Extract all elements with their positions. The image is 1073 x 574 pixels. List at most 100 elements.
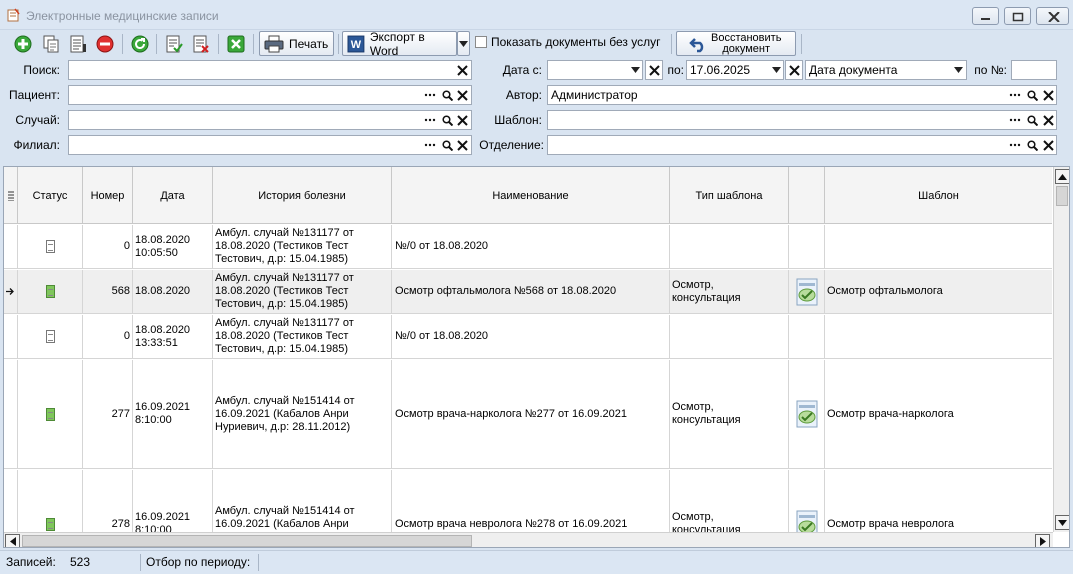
close-icon xyxy=(1048,12,1060,22)
horizontal-scrollbar[interactable] xyxy=(4,532,1053,547)
export-word-button[interactable]: W Экспорт в Word xyxy=(342,30,457,58)
name-cell: №/0 от 18.08.2020 xyxy=(392,315,670,358)
search-input[interactable] xyxy=(68,60,472,80)
department-search-button[interactable] xyxy=(1025,138,1039,152)
draft-document-icon xyxy=(45,240,55,253)
date-to-clear-button[interactable] xyxy=(785,60,803,80)
draft-document-icon xyxy=(45,330,55,343)
chevron-up-icon xyxy=(1058,173,1067,180)
unsign-document-button[interactable] xyxy=(190,33,212,55)
minimize-button[interactable] xyxy=(972,7,999,25)
app-notepad-icon xyxy=(7,8,20,22)
copy-button[interactable] xyxy=(40,33,62,55)
scroll-left-button[interactable] xyxy=(5,534,20,547)
patient-search-button[interactable] xyxy=(440,88,454,102)
template-cell: Осмотр офтальмолога xyxy=(827,285,943,297)
signed-document-icon xyxy=(45,285,55,298)
date-type-dropdown[interactable] xyxy=(951,61,965,79)
patient-browse-button[interactable] xyxy=(423,88,437,102)
branch-browse-button[interactable] xyxy=(423,138,437,152)
current-row-arrow-icon xyxy=(6,288,14,295)
department-clear-button[interactable] xyxy=(1041,138,1055,152)
template-search-button[interactable] xyxy=(1025,113,1039,127)
date-from-clear-button[interactable] xyxy=(645,60,663,80)
sign-document-button[interactable] xyxy=(163,33,185,55)
close-icon xyxy=(648,64,660,76)
cancel-x-icon xyxy=(227,35,245,53)
branch-input[interactable] xyxy=(68,135,472,155)
column-header-template[interactable]: Шаблон xyxy=(825,167,1052,224)
number-input[interactable] xyxy=(1011,60,1057,80)
column-header-date[interactable]: Дата xyxy=(133,167,213,224)
export-dropdown-button[interactable] xyxy=(457,31,470,56)
column-header-name[interactable]: Наименование xyxy=(392,167,670,224)
restore-document-button[interactable]: Восстановить документ xyxy=(676,31,796,56)
template-type-cell xyxy=(670,315,789,358)
patient-input[interactable] xyxy=(68,85,472,105)
ellipsis-icon xyxy=(1009,118,1021,122)
date-from-dropdown[interactable] xyxy=(628,61,642,79)
date-cell: 16.09.2021 8:10:00 xyxy=(133,360,213,468)
table-row[interactable]: 0 18.08.2020 10:05:50 Амбул. случай №131177… xyxy=(4,225,1052,269)
maximize-button[interactable] xyxy=(1004,7,1031,25)
history-cell-text: Амбул. случай №151414 от 16.09.2021 (Каба… xyxy=(215,395,355,434)
column-header-number[interactable]: Номер xyxy=(83,167,133,224)
print-button[interactable]: Печать xyxy=(259,31,334,56)
number-cell: 0 xyxy=(83,315,133,358)
template-clear-button[interactable] xyxy=(1041,113,1055,127)
delete-button[interactable] xyxy=(94,33,116,55)
template-cell: Осмотр врача-нарколога xyxy=(827,407,954,420)
scroll-down-button[interactable] xyxy=(1055,515,1069,530)
column-header-template-icon[interactable] xyxy=(789,167,825,224)
records-count-label: Записей: xyxy=(6,555,56,569)
author-input[interactable]: Администратор xyxy=(547,85,1057,105)
svg-text:W: W xyxy=(351,38,362,50)
vertical-scrollbar[interactable] xyxy=(1053,167,1069,532)
scroll-right-button[interactable] xyxy=(1035,534,1050,547)
case-browse-button[interactable] xyxy=(423,113,437,127)
records-grid[interactable]: Статус Номер Дата История болезни Наимен… xyxy=(3,166,1070,548)
department-input[interactable] xyxy=(547,135,1057,155)
patient-label: Пациент: xyxy=(8,88,60,102)
refresh-button[interactable] xyxy=(129,33,151,55)
author-browse-button[interactable] xyxy=(1008,88,1022,102)
table-row[interactable]: 0 18.08.2020 13:33:51 Амбул. случай №131177… xyxy=(4,315,1052,359)
show-docs-without-services-checkbox[interactable] xyxy=(475,36,487,48)
history-line: Амбул. случай №131177 от xyxy=(215,317,354,329)
template-input[interactable] xyxy=(547,110,1057,130)
author-search-button[interactable] xyxy=(1025,88,1039,102)
template-browse-button[interactable] xyxy=(1008,113,1022,127)
author-clear-button[interactable] xyxy=(1041,88,1055,102)
table-row[interactable]: 568 18.08.2020 Амбул. случай №131177 от 18.… xyxy=(4,270,1052,314)
case-input[interactable] xyxy=(68,110,472,130)
column-header-status[interactable]: Статус xyxy=(18,167,83,224)
cancel-button[interactable] xyxy=(225,33,247,55)
column-chooser-button[interactable] xyxy=(4,167,18,224)
vertical-scroll-thumb[interactable] xyxy=(1056,186,1068,206)
patient-clear-button[interactable] xyxy=(455,88,469,102)
date-type-select[interactable]: Дата документа xyxy=(805,60,967,80)
column-header-history[interactable]: История болезни xyxy=(213,167,392,224)
case-search-button[interactable] xyxy=(440,113,454,127)
number-cell: 568 xyxy=(83,270,133,313)
date-to-dropdown[interactable] xyxy=(769,61,783,79)
chevron-down-icon xyxy=(630,67,640,73)
template-type-cell xyxy=(670,225,789,268)
department-browse-button[interactable] xyxy=(1008,138,1022,152)
column-header-template-type[interactable]: Тип шаблона xyxy=(670,167,789,224)
close-window-button[interactable] xyxy=(1036,7,1069,25)
toolbar-separator xyxy=(801,34,802,54)
scroll-up-button[interactable] xyxy=(1055,169,1069,184)
branch-clear-button[interactable] xyxy=(455,138,469,152)
number-label: по №: xyxy=(974,63,1007,77)
branch-search-button[interactable] xyxy=(440,138,454,152)
case-clear-button[interactable] xyxy=(455,113,469,127)
edit-button[interactable] xyxy=(67,33,89,55)
close-icon xyxy=(1042,114,1054,126)
time-line: 13:33:51 xyxy=(135,336,178,349)
search-clear-button[interactable] xyxy=(455,63,469,77)
add-button[interactable] xyxy=(12,33,34,55)
horizontal-scroll-thumb[interactable] xyxy=(22,535,472,547)
table-row[interactable]: 277 16.09.2021 8:10:00 Амбул. случай №15141… xyxy=(4,360,1052,469)
records-count-value: 523 xyxy=(70,555,91,569)
